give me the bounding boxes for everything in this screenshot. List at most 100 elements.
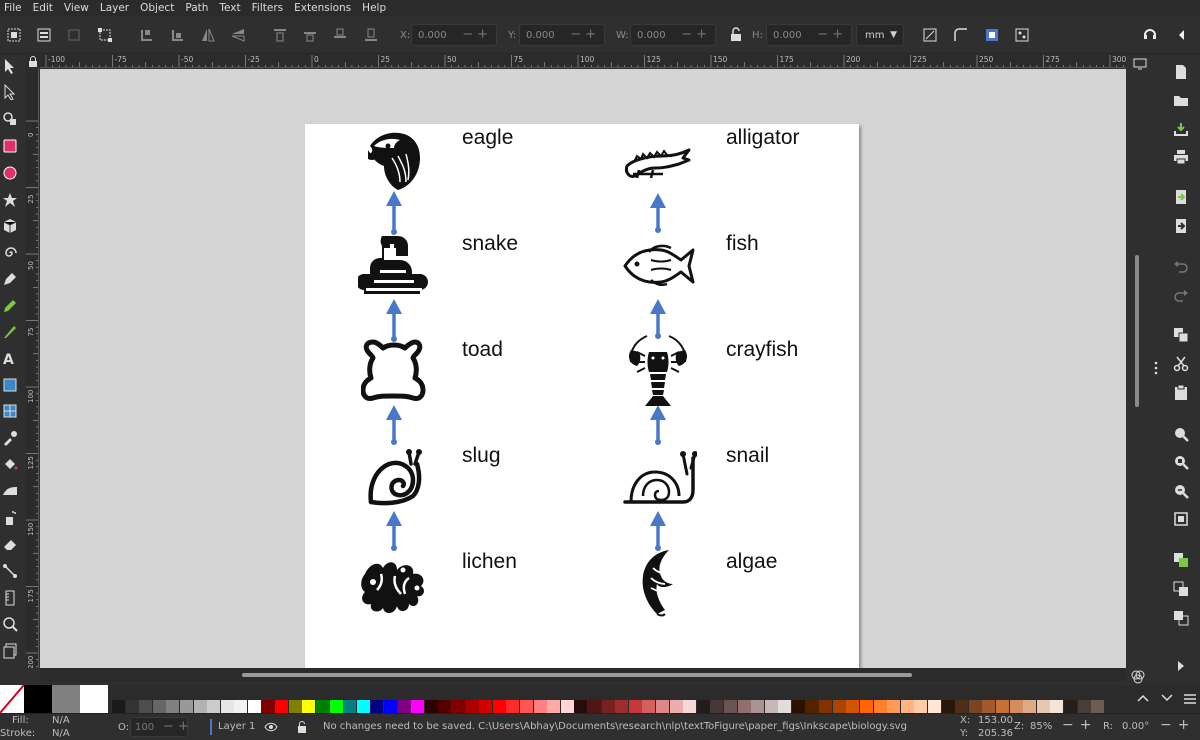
transform-icon[interactable] — [95, 25, 115, 45]
color-swatch[interactable] — [900, 700, 914, 713]
spray-tool-icon[interactable] — [2, 510, 18, 526]
color-swatch[interactable] — [139, 700, 153, 713]
menu-object[interactable]: Object — [136, 0, 181, 16]
color-swatch[interactable] — [234, 700, 248, 713]
zoom-tool-icon[interactable] — [2, 616, 18, 632]
color-swatch[interactable] — [424, 700, 438, 713]
swatch-gray[interactable] — [52, 685, 80, 713]
arrow-lichen-to-slug[interactable] — [386, 511, 402, 551]
color-swatch[interactable] — [207, 700, 221, 713]
palette-scroll-down-icon[interactable] — [1160, 691, 1174, 705]
unit-select[interactable]: mm ▼ — [856, 24, 904, 46]
copy-icon[interactable] — [1173, 327, 1189, 343]
color-swatch[interactable] — [506, 700, 520, 713]
display-mode-icon[interactable] — [1132, 56, 1148, 72]
menu-edit[interactable]: Edit — [29, 0, 60, 16]
color-swatch[interactable] — [642, 700, 656, 713]
color-swatch[interactable] — [751, 700, 765, 713]
color-swatch[interactable] — [1036, 700, 1050, 713]
import-icon[interactable] — [1173, 189, 1189, 205]
w-input[interactable]: 0.000 −+ — [630, 24, 716, 46]
toad-icon[interactable] — [361, 336, 427, 406]
y-stepper-icon[interactable]: −+ — [570, 27, 600, 42]
color-swatch[interactable] — [112, 700, 125, 713]
color-swatch[interactable] — [574, 700, 588, 713]
node-tool-icon[interactable] — [2, 83, 18, 101]
color-swatch[interactable] — [220, 700, 234, 713]
new-document-icon[interactable] — [1173, 64, 1189, 80]
color-swatch[interactable] — [166, 700, 180, 713]
scale-stroke-icon[interactable] — [920, 25, 940, 45]
chevron-left-icon[interactable] — [1172, 25, 1192, 45]
color-swatch[interactable] — [261, 700, 275, 713]
zoom-drawing-icon[interactable] — [1173, 454, 1189, 470]
mesh-tool-icon[interactable] — [2, 403, 18, 419]
opacity-stepper-icon[interactable]: −+ — [163, 719, 193, 734]
canvas[interactable]: eagle snake toad slug lichen alligator f… — [40, 69, 1126, 668]
eagle-icon[interactable] — [362, 128, 426, 192]
selector-tool-icon[interactable] — [2, 58, 18, 74]
color-swatch[interactable] — [819, 700, 833, 713]
rotation-stepper-icon[interactable]: −+ — [1160, 717, 1195, 733]
color-swatch[interactable] — [329, 700, 343, 713]
rotation-value[interactable]: 0.00° — [1122, 721, 1149, 732]
color-swatch[interactable] — [560, 700, 574, 713]
stroke-value[interactable]: N/A — [52, 728, 70, 739]
dropper-tool-icon[interactable] — [2, 430, 18, 446]
w-stepper-icon[interactable]: −+ — [681, 27, 711, 42]
flip-horizontal-icon[interactable] — [198, 25, 218, 45]
rotate-cw-icon[interactable] — [168, 25, 188, 45]
tweak-paint-tool-icon[interactable] — [2, 483, 18, 499]
zoom-selection-icon[interactable] — [1173, 426, 1189, 442]
deselect-icon[interactable] — [64, 25, 84, 45]
color-swatch[interactable] — [996, 700, 1009, 713]
opacity-input[interactable]: 100 −+ — [130, 717, 189, 737]
clone-icon[interactable] — [1173, 581, 1189, 597]
menu-text[interactable]: Text — [215, 0, 247, 16]
more-options-icon[interactable] — [1148, 360, 1158, 376]
color-swatch[interactable] — [384, 700, 397, 713]
text-tool-icon[interactable]: A — [2, 350, 18, 368]
rotate-ccw-icon[interactable] — [137, 25, 157, 45]
y-input[interactable]: 0.000 −+ — [519, 24, 605, 46]
color-swatch[interactable] — [588, 700, 601, 713]
calligraphy-tool-icon[interactable] — [2, 324, 18, 340]
vertical-scrollbar[interactable] — [1135, 255, 1139, 407]
snake-icon[interactable] — [358, 230, 430, 302]
color-swatch[interactable] — [737, 700, 751, 713]
color-swatch[interactable] — [533, 700, 547, 713]
crayfish-icon[interactable] — [623, 332, 693, 412]
color-swatch[interactable] — [438, 700, 452, 713]
paste-icon[interactable] — [1173, 384, 1189, 401]
tweak-tool-icon[interactable] — [2, 111, 18, 127]
color-swatch[interactable] — [547, 700, 561, 713]
measure-tool-icon[interactable] — [2, 590, 18, 606]
transform-patterns-icon[interactable] — [1012, 25, 1032, 45]
color-swatch[interactable] — [492, 700, 506, 713]
color-swatch[interactable] — [669, 700, 683, 713]
menu-path[interactable]: Path — [181, 0, 215, 16]
color-swatch[interactable] — [982, 700, 996, 713]
eraser-tool-icon[interactable] — [2, 536, 18, 552]
pencil-tool-icon[interactable] — [2, 298, 18, 314]
cut-icon[interactable] — [1173, 356, 1189, 372]
save-icon[interactable] — [1173, 121, 1189, 137]
color-swatch[interactable] — [696, 700, 710, 713]
lichen-icon[interactable] — [359, 554, 429, 614]
raise-to-top-icon[interactable] — [270, 25, 290, 45]
color-swatch[interactable] — [288, 700, 302, 713]
color-swatch[interactable] — [873, 700, 887, 713]
color-swatch[interactable] — [465, 700, 479, 713]
connector-tool-icon[interactable] — [2, 563, 18, 579]
color-swatch[interactable] — [656, 700, 669, 713]
gradient-tool-icon[interactable] — [2, 377, 18, 393]
color-swatch[interactable] — [397, 700, 411, 713]
unlink-clone-icon[interactable] — [1173, 610, 1189, 626]
zoom-page-icon[interactable] — [1173, 483, 1189, 499]
x-input[interactable]: 0.000 −+ — [411, 24, 497, 46]
spiral-tool-icon[interactable] — [2, 245, 18, 261]
horizontal-ruler[interactable]: -100 -75 -50 -25 0 25 50 75 100 125 150 175 200 225 25… — [40, 55, 1126, 68]
star-tool-icon[interactable] — [2, 192, 18, 208]
menu-filters[interactable]: Filters — [248, 0, 290, 16]
color-swatch[interactable] — [452, 700, 465, 713]
